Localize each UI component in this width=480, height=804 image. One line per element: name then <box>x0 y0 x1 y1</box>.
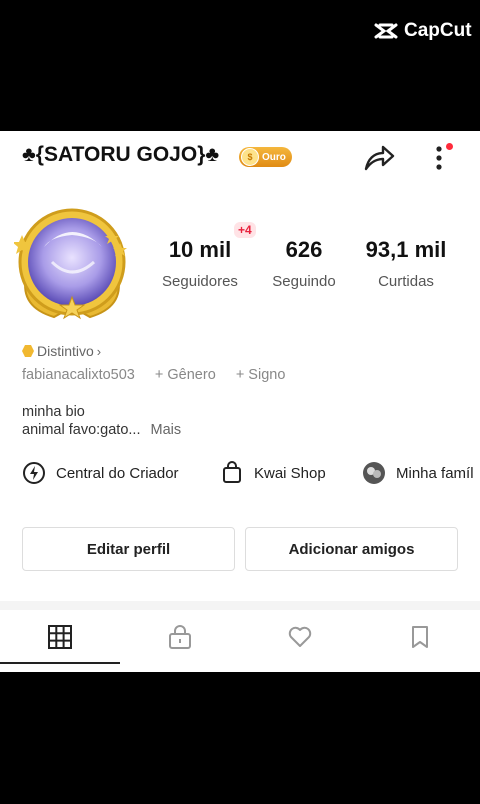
followers-label: Seguidores <box>162 273 238 290</box>
my-family-label: Minha famíl <box>396 464 474 482</box>
kwai-shop-label: Kwai Shop <box>254 464 326 482</box>
tab-liked[interactable] <box>240 610 360 664</box>
gold-level-badge[interactable]: $ Ouro <box>239 147 292 167</box>
bio-line-1: minha bio <box>22 404 85 420</box>
bio: minha bio animal favo:gato... Mais <box>22 403 181 439</box>
stat-likes[interactable]: 93,1 mil Curtidas <box>362 237 450 290</box>
badge-label: Ouro <box>262 151 286 163</box>
capcut-label: CapCut <box>404 20 472 41</box>
bio-line-2: animal favo:gato... <box>22 422 141 438</box>
bookmark-icon <box>412 626 428 648</box>
capcut-watermark: CapCut <box>374 20 472 42</box>
badge-hexagon-icon <box>22 345 34 357</box>
family-avatar-icon <box>363 462 385 484</box>
add-friends-button[interactable]: Adicionar amigos <box>245 527 458 571</box>
followers-count: 10 mil <box>168 237 232 262</box>
creator-center-button[interactable]: Central do Criador <box>22 461 179 485</box>
avatar[interactable] <box>14 207 130 325</box>
content-tabs <box>0 610 480 664</box>
add-gender-button[interactable]: + Gênero <box>155 367 216 383</box>
edit-profile-button[interactable]: Editar perfil <box>22 527 235 571</box>
add-sign-button[interactable]: + Signo <box>236 367 286 383</box>
capcut-logo-icon <box>374 23 398 39</box>
grid-icon <box>48 625 72 649</box>
kwai-shop-button[interactable]: Kwai Shop <box>220 461 326 485</box>
selected-tab-indicator <box>0 662 120 664</box>
tab-saved[interactable] <box>360 610 480 664</box>
my-family-button[interactable]: Minha famíl <box>362 461 474 485</box>
likes-count: 93,1 mil <box>365 237 447 262</box>
tab-posts[interactable] <box>0 610 120 664</box>
distintivo-label: Distintivo <box>37 343 94 359</box>
stat-followers[interactable]: 10 mil Seguidores <box>160 237 240 290</box>
share-icon[interactable] <box>362 141 396 175</box>
following-label: Seguindo <box>272 273 336 290</box>
heart-icon <box>288 626 312 647</box>
tab-private[interactable] <box>120 610 240 664</box>
profile-tags: fabianacalixto503 + Gênero + Signo <box>22 367 301 383</box>
creator-center-label: Central do Criador <box>56 464 179 482</box>
likes-label: Curtidas <box>378 273 434 290</box>
section-divider <box>0 601 480 610</box>
stat-following[interactable]: 626 Seguindo <box>266 237 342 290</box>
profile-name: ♣{SATORU GOJO}♣ <box>22 143 220 166</box>
chevron-right-icon: › <box>96 343 102 359</box>
bio-more-button[interactable]: Mais <box>151 422 182 438</box>
new-followers-badge: +4 <box>234 222 256 238</box>
following-count: 626 <box>285 237 323 262</box>
distintivo-link[interactable]: Distintivo › <box>22 343 101 359</box>
notification-dot <box>446 143 453 150</box>
profile-header: ♣{SATORU GOJO}♣ $ Ouro <box>0 137 480 177</box>
shopping-bag-icon <box>223 461 241 483</box>
lightning-circle-icon <box>23 462 45 484</box>
profile-screen: ♣{SATORU GOJO}♣ $ Ouro +4 10 mil Seguido… <box>0 131 480 672</box>
lock-icon <box>169 625 191 649</box>
tools-row: Central do Criador Kwai Shop Minha famíl <box>22 461 480 491</box>
username: fabianacalixto503 <box>22 367 135 383</box>
coin-icon: $ <box>241 148 259 166</box>
